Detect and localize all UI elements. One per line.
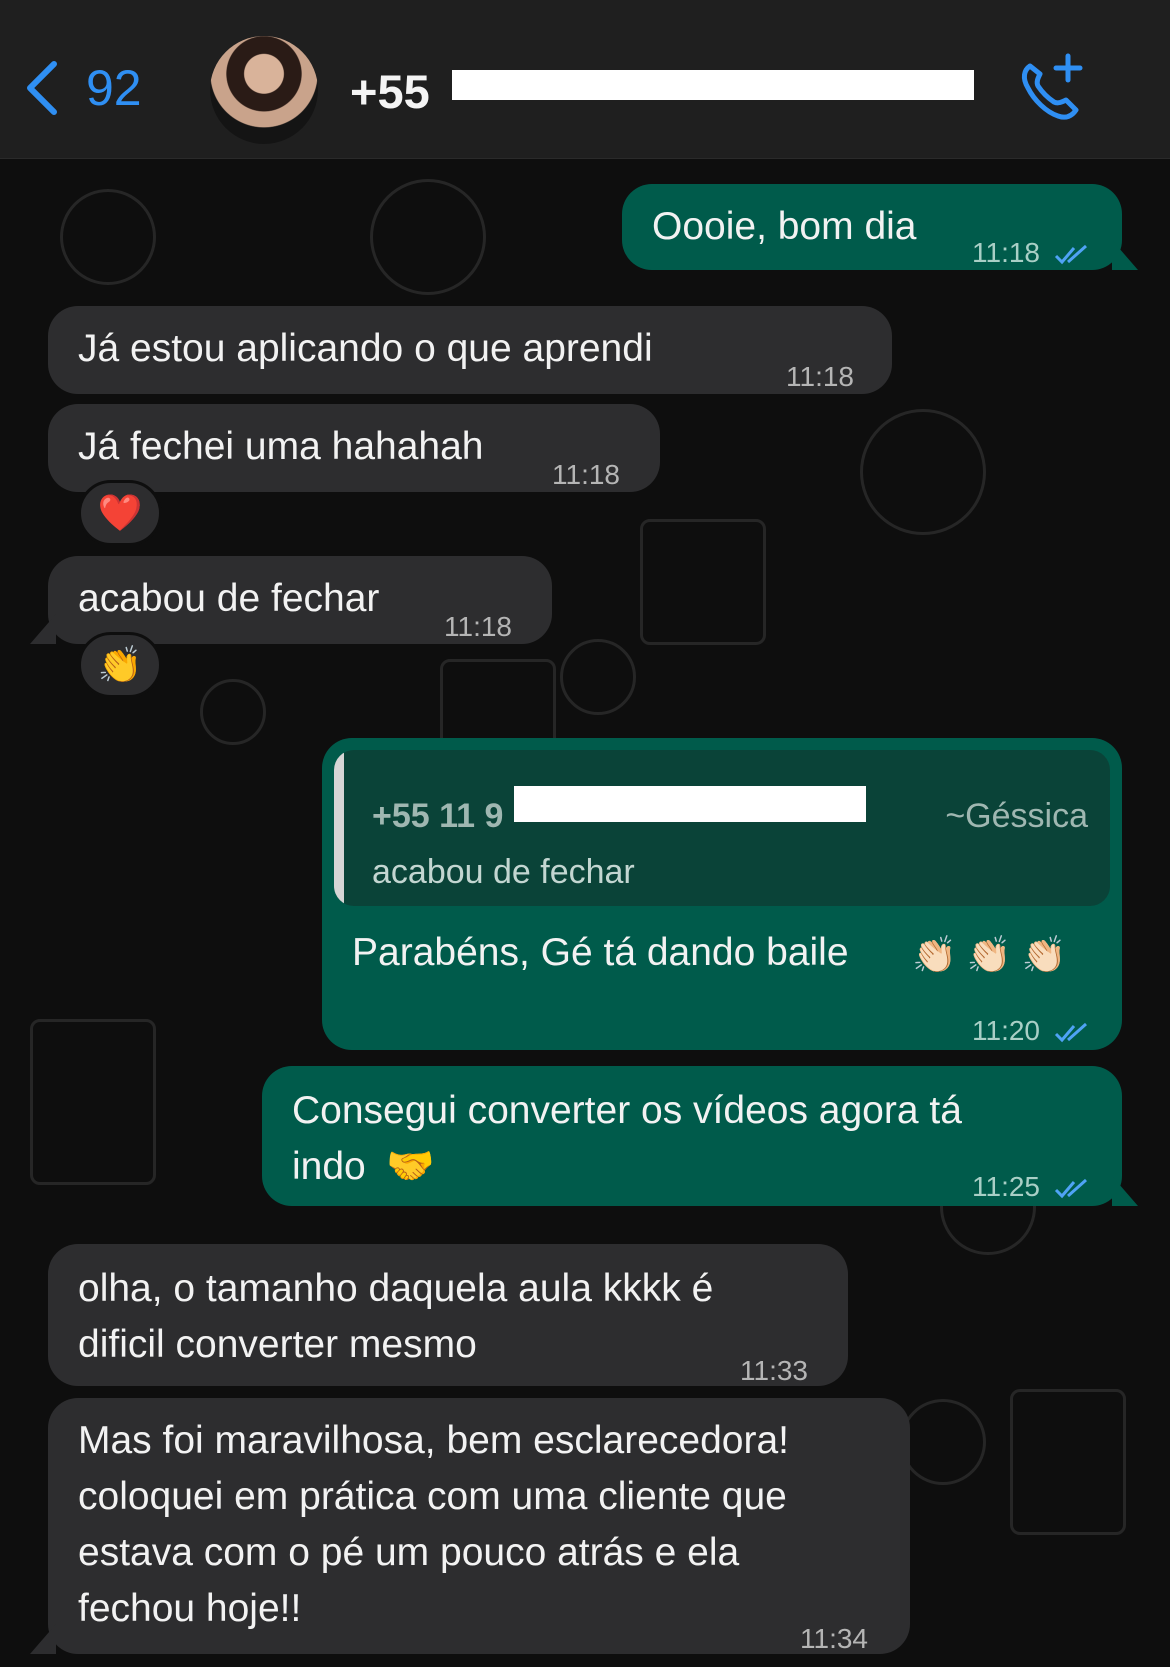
quote-text: acabou de fechar <box>372 853 635 891</box>
handshake-emoji: 🤝 <box>386 1145 435 1188</box>
message-time: 11:18 <box>444 611 512 642</box>
double-check-icon <box>1054 1178 1087 1198</box>
message-time: 11:20 <box>972 1002 1092 1059</box>
redaction-bar <box>514 786 866 822</box>
back-button[interactable]: 92 <box>24 58 142 118</box>
redaction-bar <box>452 70 974 100</box>
double-check-icon <box>1054 1022 1087 1042</box>
contact-title[interactable]: +55 <box>350 64 430 119</box>
chat-header: 92 +55 <box>0 0 1170 159</box>
message-text: indo <box>292 1145 366 1188</box>
message-time: 11:25 <box>972 1158 1092 1215</box>
message-time: 11:34 <box>800 1623 868 1654</box>
message-text: coloquei em prática com uma cliente que <box>78 1475 787 1518</box>
message-outgoing-reply[interactable]: +55 11 9 ~Géssica acabou de fechar Parab… <box>322 738 1122 1050</box>
quote-sender-name: ~Géssica <box>945 797 1088 835</box>
unread-count[interactable]: 92 <box>86 59 142 117</box>
wallpaper-doodle <box>640 519 766 645</box>
wallpaper-doodle <box>370 179 486 295</box>
message-incoming[interactable]: olha, o tamanho daquela aula kkkk é difi… <box>48 1244 848 1386</box>
wallpaper-doodle <box>560 639 636 715</box>
message-text: dificil converter mesmo <box>78 1323 477 1366</box>
reaction-heart[interactable]: ❤️ <box>78 480 162 546</box>
message-text: fechou hoje!! <box>78 1587 302 1630</box>
message-time: 11:18 <box>552 459 620 490</box>
message-incoming[interactable]: Mas foi maravilhosa, bem esclarecedora! … <box>48 1398 910 1654</box>
message-text: Parabéns, Gé tá dando baile <box>352 931 849 974</box>
add-call-icon[interactable] <box>1016 52 1086 124</box>
contact-avatar[interactable] <box>210 36 318 144</box>
wallpaper-doodle <box>200 679 266 745</box>
reaction-clap[interactable]: 👏 <box>78 632 162 698</box>
message-text: Oooie, bom dia <box>652 205 917 248</box>
message-text: acabou de fechar <box>78 577 380 620</box>
quoted-message[interactable]: +55 11 9 ~Géssica acabou de fechar <box>334 750 1110 906</box>
chevron-left-icon <box>27 61 57 115</box>
message-incoming[interactable]: acabou de fechar 11:18 <box>48 556 552 644</box>
message-time: 11:18 <box>786 361 854 392</box>
quote-bar <box>334 750 344 906</box>
message-text: Já fechei uma hahahah <box>78 425 484 468</box>
message-time: 11:33 <box>740 1355 808 1386</box>
message-incoming[interactable]: Já estou aplicando o que aprendi 11:18 <box>48 306 892 394</box>
message-incoming[interactable]: Já fechei uma hahahah 11:18 <box>48 404 660 492</box>
quote-sender-phone: +55 11 9 <box>372 797 504 835</box>
double-check-icon <box>1054 244 1087 264</box>
message-outgoing[interactable]: Oooie, bom dia 11:18 <box>622 184 1122 270</box>
wallpaper-doodle <box>900 1399 986 1485</box>
message-text: Já estou aplicando o que aprendi <box>78 327 653 370</box>
wallpaper-doodle <box>60 189 156 285</box>
message-text: Mas foi maravilhosa, bem esclarecedora! <box>78 1419 789 1462</box>
message-outgoing[interactable]: Consegui converter os vídeos agora tá in… <box>262 1066 1122 1206</box>
wallpaper-doodle <box>30 1019 156 1185</box>
message-text: olha, o tamanho daquela aula kkkk é <box>78 1267 714 1310</box>
message-time: 11:18 <box>972 224 1092 281</box>
message-text: estava com o pé um pouco atrás e ela <box>78 1531 740 1574</box>
message-text: Consegui converter os vídeos agora tá <box>292 1089 962 1132</box>
wallpaper-doodle <box>1010 1389 1126 1535</box>
wallpaper-doodle <box>860 409 986 535</box>
clap-emoji: 👏🏻 👏🏻 👏🏻 <box>912 934 1067 975</box>
